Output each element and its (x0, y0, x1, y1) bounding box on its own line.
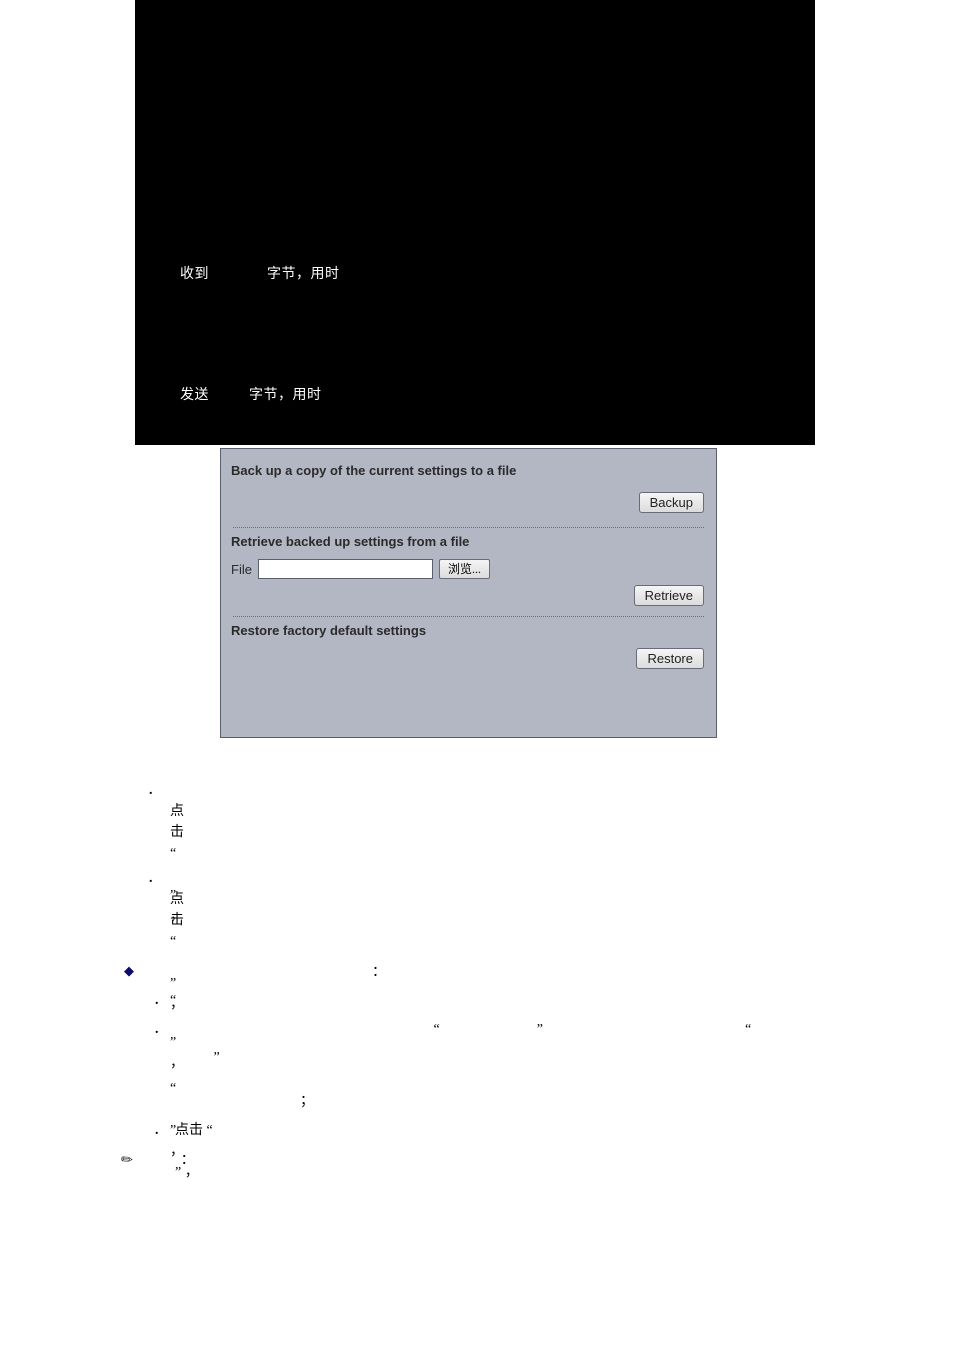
close-quote: ” (214, 1050, 220, 1065)
file-row: File 浏览... (231, 559, 706, 579)
open-quote: “ (745, 1022, 751, 1037)
terminal-block: 收到 字节，用时 发送 字节，用时 (135, 0, 815, 445)
restore-section: Restore factory default settings Restore (231, 617, 706, 679)
sub-item-2-text: “ ” “ (175, 1019, 844, 1040)
file-input[interactable] (258, 559, 433, 579)
retrieve-button[interactable]: Retrieve (634, 585, 704, 606)
open-quote: “ (170, 846, 176, 861)
p2-mid: ， (170, 997, 184, 1012)
sub-item-2-wrap: ” (175, 1047, 220, 1068)
diamond-icon: ◆ (124, 963, 134, 979)
bytes-time-label-2: 字节，用时 (249, 388, 322, 403)
terminal-line-1: 收到 字节，用时 (180, 263, 340, 283)
pencil-icon: ✎ (118, 1150, 138, 1171)
note-colon: ： (181, 1153, 195, 1168)
list-dot: . (149, 780, 153, 801)
backup-title: Back up a copy of the current settings t… (231, 463, 706, 484)
list-dot: . (155, 1120, 159, 1141)
browse-button[interactable]: 浏览... (439, 559, 490, 579)
semicolon-text: ； (300, 1091, 314, 1112)
file-label: File (231, 562, 252, 577)
note-row: ✎ ： (122, 1149, 195, 1169)
restore-button[interactable]: Restore (636, 648, 704, 669)
heading-colon: ： (372, 965, 386, 980)
send-label: 发送 (180, 388, 209, 403)
sub4-prefix: 点击 (175, 1123, 203, 1138)
backup-button[interactable]: Backup (639, 492, 704, 513)
backup-section: Back up a copy of the current settings t… (231, 457, 706, 527)
list-dot: . (149, 868, 153, 889)
open-quote: “ (207, 1123, 213, 1138)
open-quote: “ (434, 1022, 440, 1037)
retrieve-section: Retrieve backed up settings from a file … (231, 528, 706, 616)
section-heading: ◆ ： (124, 961, 386, 981)
terminal-line-2: 发送 字节，用时 (180, 384, 322, 404)
list-dot: . (155, 1019, 159, 1040)
recv-label: 收到 (180, 267, 209, 282)
settings-panel: Back up a copy of the current settings t… (220, 448, 717, 738)
close-quote: ” (537, 1022, 543, 1037)
retrieve-title: Retrieve backed up settings from a file (231, 534, 706, 555)
open-quote: “ (170, 934, 176, 949)
restore-title: Restore factory default settings (231, 623, 706, 644)
list-dot: . (155, 990, 159, 1011)
open-quote: “ (170, 1081, 176, 1096)
p1-prefix: 点击 (170, 804, 184, 840)
bytes-time-label-1: 字节，用时 (267, 267, 340, 282)
